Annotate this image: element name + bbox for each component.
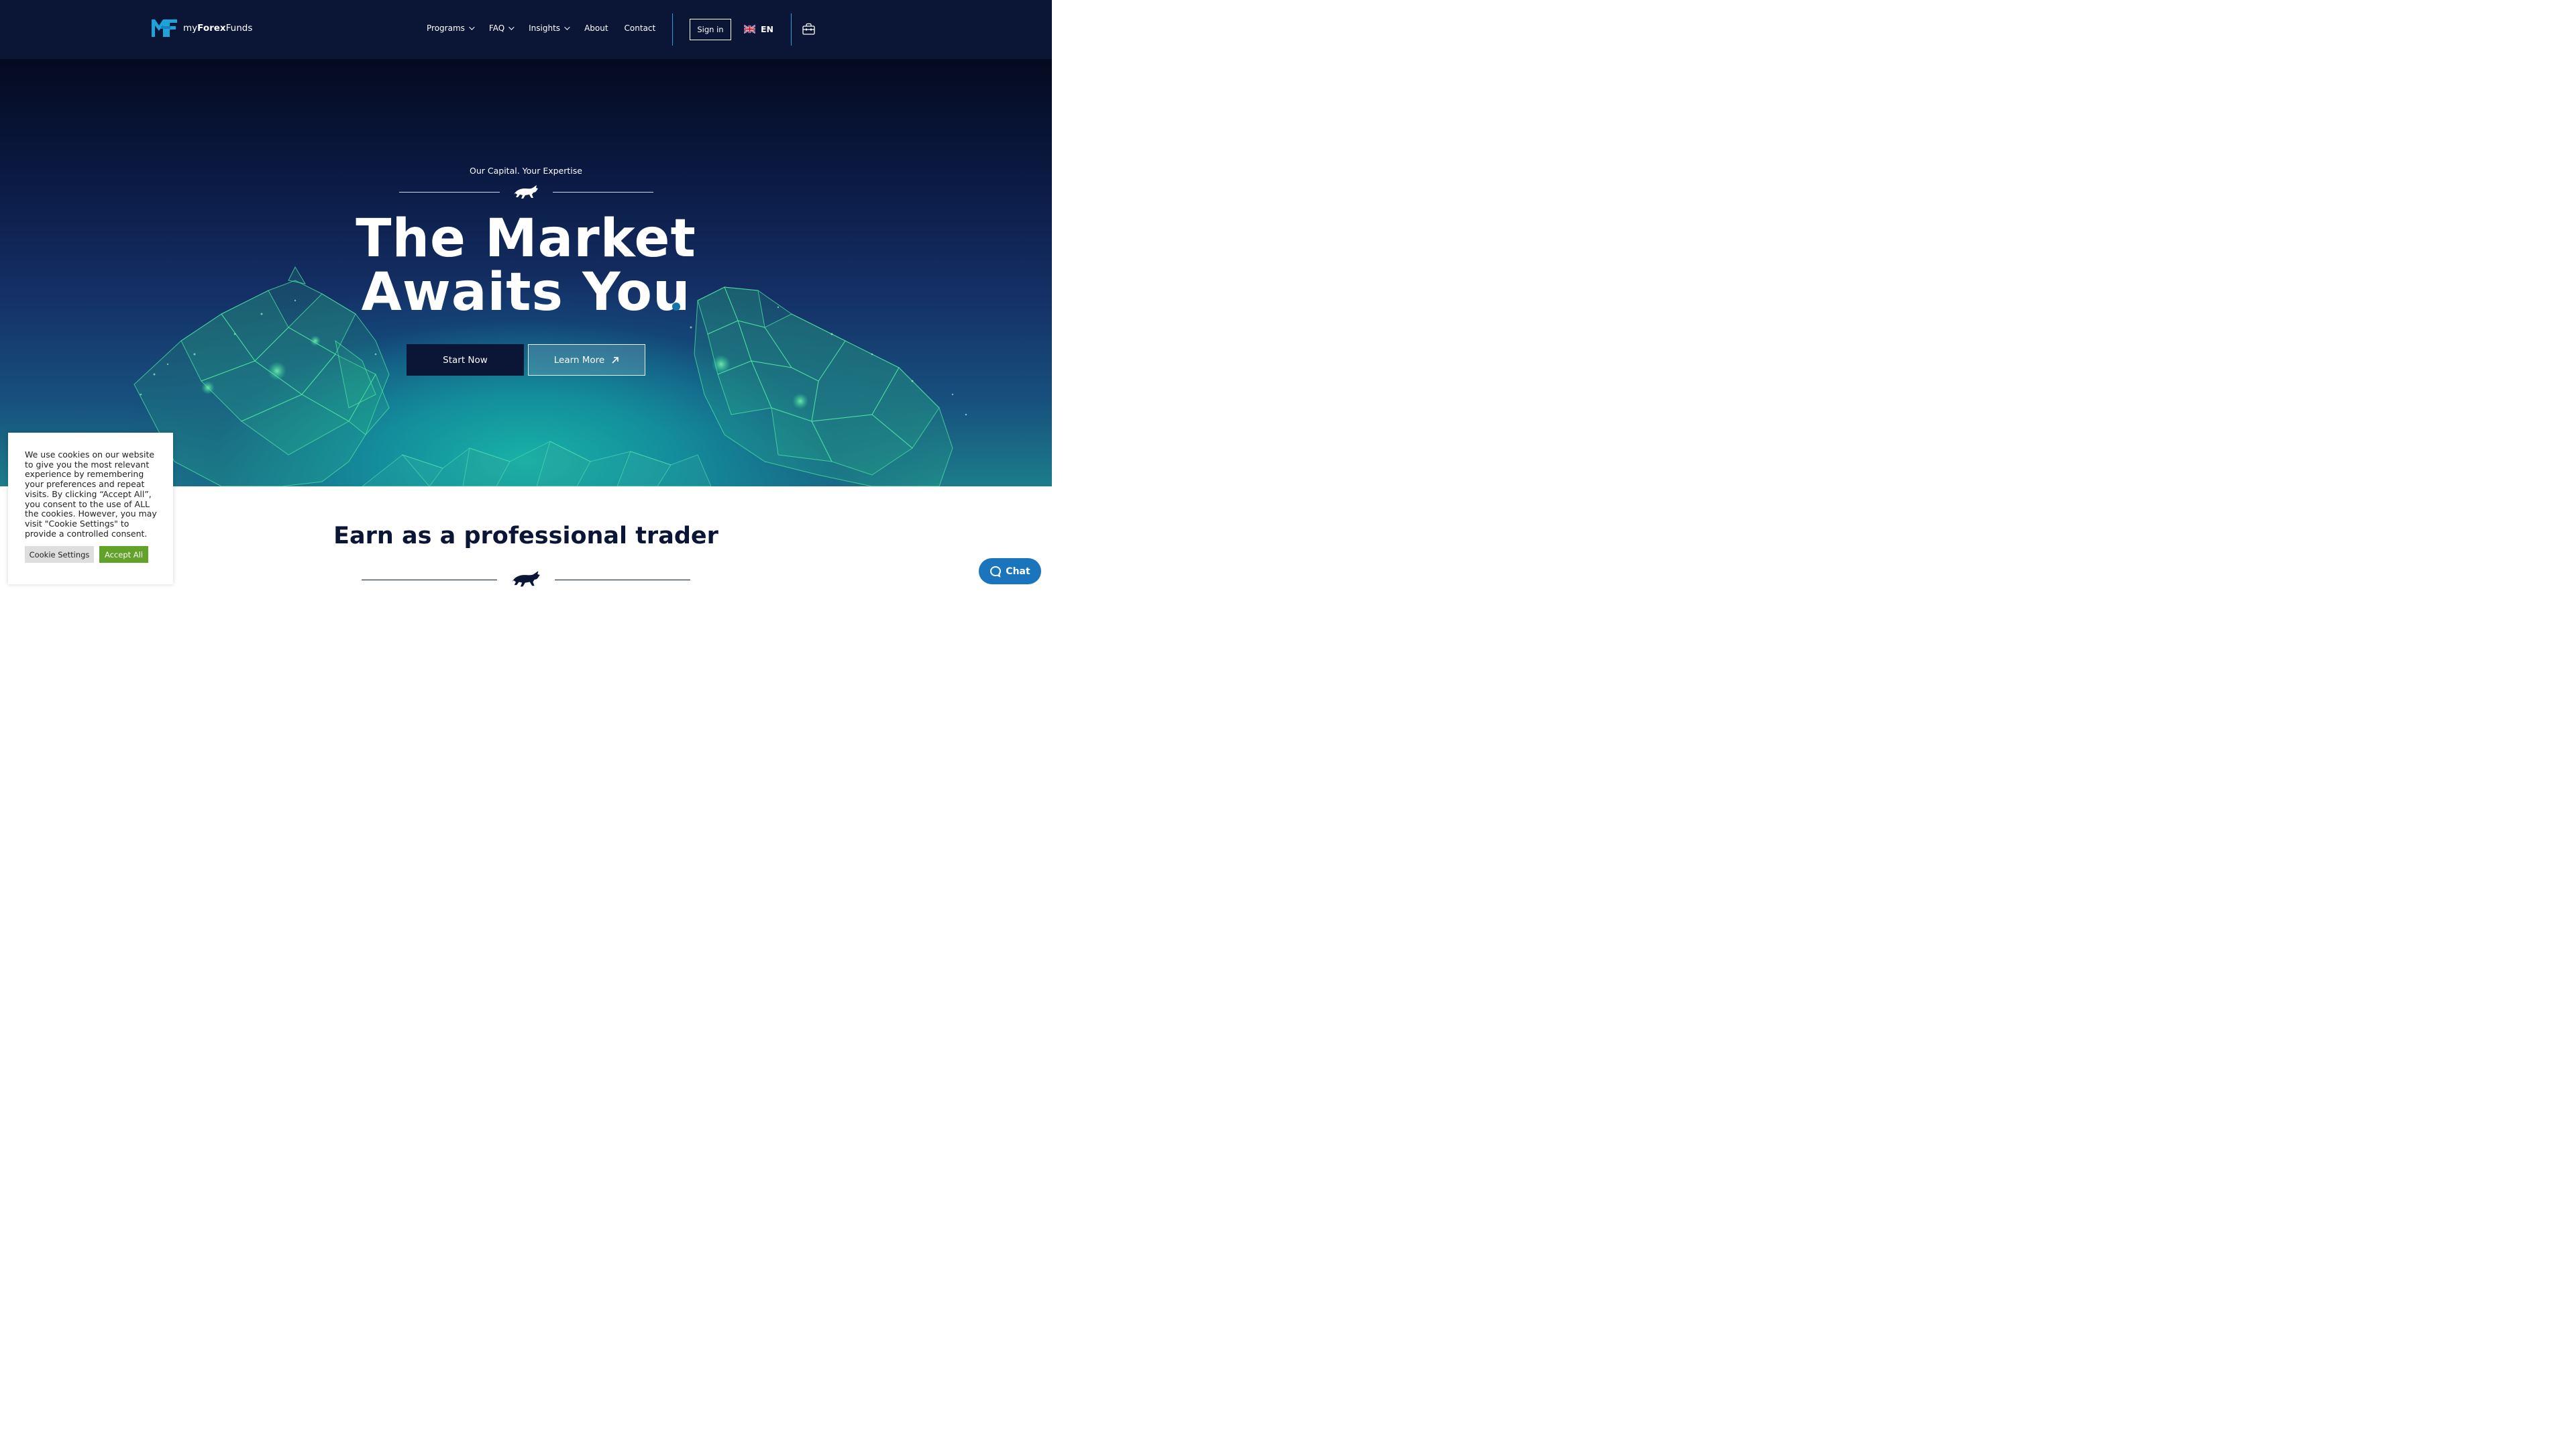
divider-line xyxy=(553,192,653,193)
site-header: myForexFunds Programs FAQ Insights About… xyxy=(0,0,1052,59)
cookie-settings-button[interactable]: Cookie Settings xyxy=(25,546,94,563)
cookie-text: We use cookies on our website to give yo… xyxy=(25,449,157,539)
headline-line-2: Awaits You xyxy=(361,262,691,323)
nav-programs[interactable]: Programs xyxy=(427,23,475,33)
chat-label: Chat xyxy=(1006,566,1030,577)
nav-insights[interactable]: Insights xyxy=(529,23,570,33)
chat-bubble-icon xyxy=(990,566,1002,578)
signin-button[interactable]: Sign in xyxy=(690,19,731,40)
chevron-down-icon xyxy=(469,24,475,30)
hero-section: Our Capital. Your Expertise The Market A… xyxy=(0,59,1052,486)
main-nav: Programs FAQ Insights About Contact xyxy=(427,23,672,33)
learn-more-button[interactable]: Learn More xyxy=(528,344,645,376)
logo[interactable]: myForexFunds xyxy=(152,19,252,37)
headline-line-1: The Market xyxy=(356,209,696,269)
logo-text: myForexFunds xyxy=(183,23,253,34)
chat-button[interactable]: Chat xyxy=(979,558,1041,584)
chevron-down-icon xyxy=(564,24,570,30)
shopping-bag-icon[interactable] xyxy=(802,23,815,35)
nav-about[interactable]: About xyxy=(584,23,608,33)
cookie-banner: We use cookies on our website to give yo… xyxy=(8,433,173,584)
chevron-down-icon xyxy=(508,24,515,30)
uk-flag-icon xyxy=(744,25,755,34)
language-label: EN xyxy=(761,24,774,34)
accept-all-button[interactable]: Accept All xyxy=(99,546,148,563)
arrow-up-right-icon xyxy=(612,356,619,364)
language-selector[interactable]: EN xyxy=(744,24,773,34)
nav-faq[interactable]: FAQ xyxy=(489,23,515,33)
hero-tagline: Our Capital. Your Expertise xyxy=(470,166,582,176)
header-divider xyxy=(791,13,792,46)
header-divider xyxy=(672,13,673,46)
mff-logo-icon xyxy=(152,19,177,37)
nav-contact[interactable]: Contact xyxy=(625,23,656,33)
start-now-button[interactable]: Start Now xyxy=(407,344,524,376)
hero-headline: The Market Awaits You xyxy=(0,212,1052,319)
divider-line xyxy=(399,192,500,193)
accent-dot xyxy=(672,303,680,311)
learn-more-label: Learn More xyxy=(553,354,605,366)
bull-icon xyxy=(514,185,538,199)
bull-icon xyxy=(512,571,540,587)
